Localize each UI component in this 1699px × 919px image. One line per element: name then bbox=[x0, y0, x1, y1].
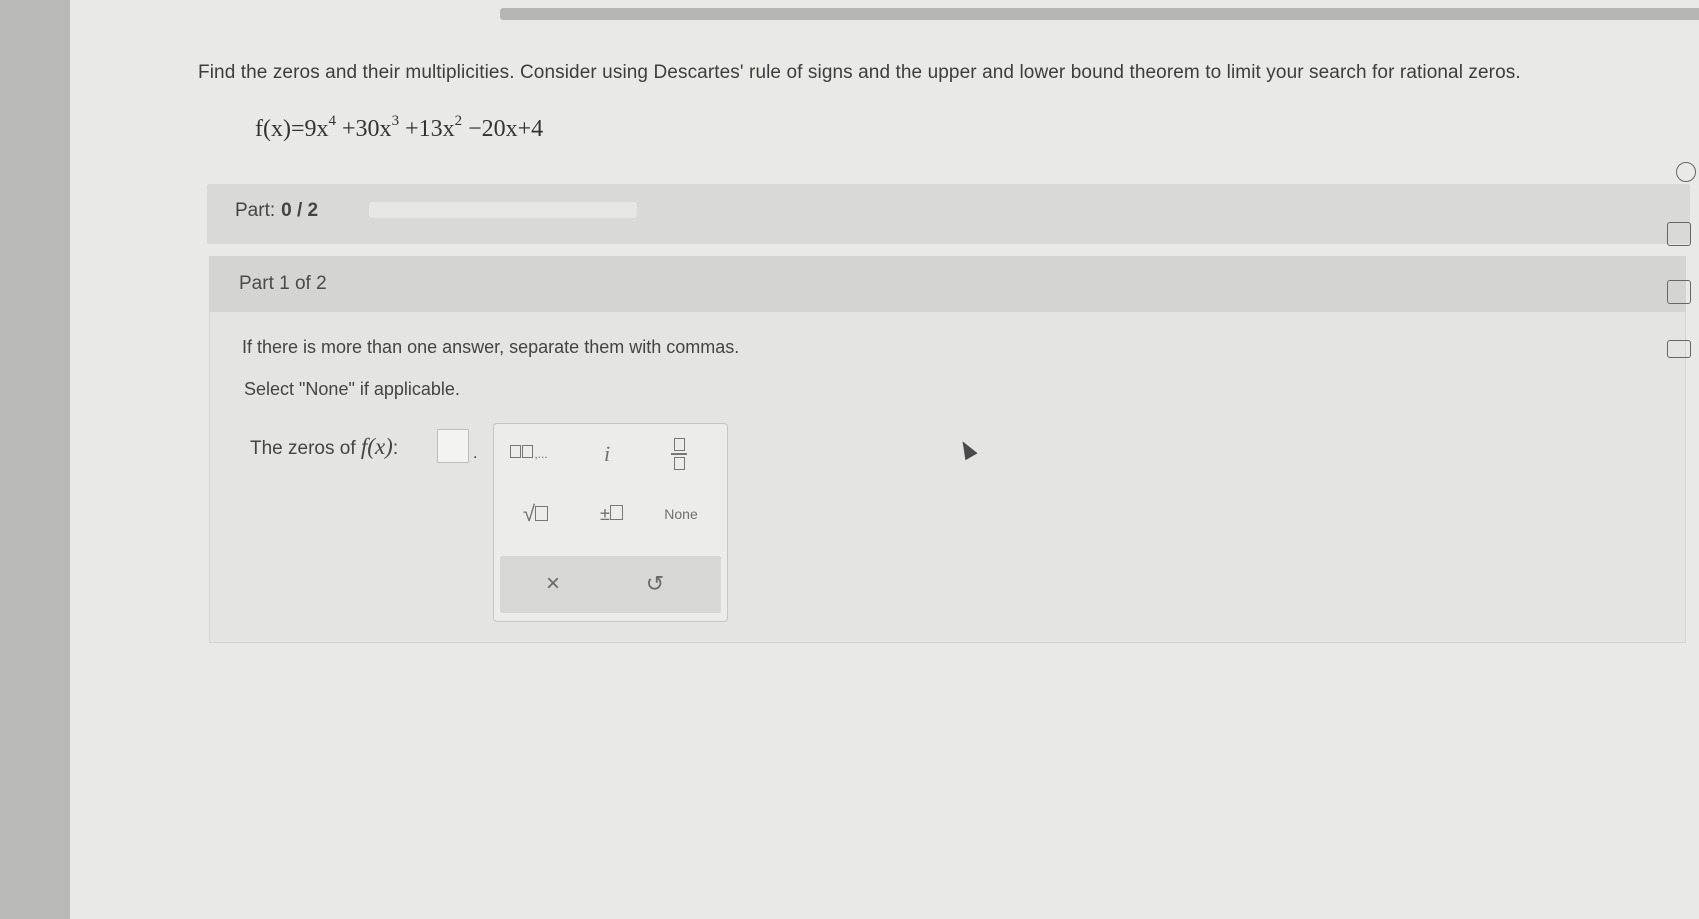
sqrt-button[interactable]: √ bbox=[506, 494, 566, 534]
equation-term: −20x+4 bbox=[462, 116, 544, 142]
none-button[interactable]: None bbox=[651, 494, 711, 534]
multiple-answers-icon: ,... bbox=[510, 445, 548, 463]
fraction-button[interactable] bbox=[649, 434, 709, 474]
equation-term: 9x4 bbox=[304, 113, 337, 142]
question-text: Find the zeros and their multiplicities.… bbox=[198, 62, 1521, 83]
multiple-answers-button[interactable]: ,... bbox=[499, 434, 559, 474]
zeros-fx: f(x) bbox=[360, 434, 393, 459]
instruction-none: Select "None" if applicable. bbox=[244, 379, 460, 399]
equation-term: +30x3 bbox=[336, 113, 400, 142]
part-progress-bar: Part: 0 / 2 bbox=[207, 184, 1690, 244]
mail-icon[interactable] bbox=[1667, 340, 1691, 358]
fraction-icon bbox=[671, 438, 687, 470]
math-keypad: ,... i √ ± None × ↺ bbox=[493, 423, 728, 622]
undo-button[interactable]: ↺ bbox=[625, 564, 685, 604]
progress-track bbox=[369, 202, 637, 218]
undo-icon: ↺ bbox=[645, 571, 665, 596]
keypad-footer: × ↺ bbox=[500, 556, 721, 613]
answer-period: . bbox=[473, 445, 478, 462]
part-header: Part 1 of 2 bbox=[210, 257, 1685, 312]
clear-button[interactable]: × bbox=[523, 564, 583, 604]
grid-icon[interactable] bbox=[1667, 280, 1691, 304]
equation: f(x)=9x4 +30x3 +13x2 −20x+4 bbox=[255, 113, 544, 143]
top-scroll-bar bbox=[500, 8, 1699, 20]
plus-minus-icon: ± bbox=[600, 504, 624, 525]
answer-input[interactable] bbox=[437, 429, 469, 463]
calculator-icon[interactable] bbox=[1667, 222, 1691, 246]
clear-icon: × bbox=[545, 570, 560, 597]
zeros-label: The zeros of f(x): bbox=[250, 434, 399, 459]
equation-term: +13x2 bbox=[399, 113, 463, 142]
plus-minus-button[interactable]: ± bbox=[582, 494, 642, 534]
sqrt-icon: √ bbox=[523, 501, 549, 527]
help-icon[interactable] bbox=[1676, 162, 1696, 182]
part-header-label: Part 1 of 2 bbox=[239, 273, 327, 294]
part-progress-label: Part: 0 / 2 bbox=[235, 200, 319, 221]
page: Find the zeros and their multiplicities.… bbox=[70, 0, 1699, 919]
part-progress-value: 0 / 2 bbox=[281, 200, 319, 221]
instruction-commas: If there is more than one answer, separa… bbox=[242, 337, 740, 357]
equation-lhs: f(x)= bbox=[255, 116, 305, 142]
imaginary-i-button[interactable]: i bbox=[577, 434, 637, 474]
right-toolbar bbox=[1662, 0, 1699, 919]
part-card: Part 1 of 2 If there is more than one an… bbox=[209, 256, 1686, 643]
